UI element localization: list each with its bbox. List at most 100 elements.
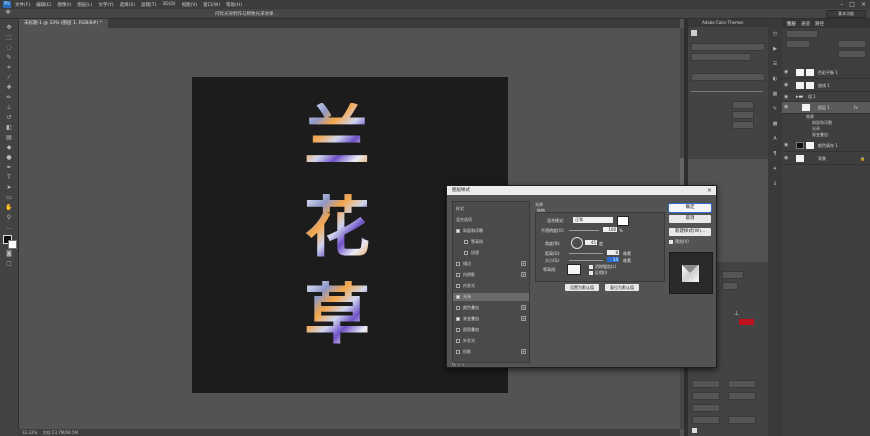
theme-field-2[interactable] (691, 53, 751, 61)
eyedropper-icon[interactable]: ⁄ (5, 75, 13, 81)
new-style-button[interactable]: 新建样式(W)... (669, 228, 711, 236)
move-tool-icon[interactable]: ✥ (4, 10, 12, 16)
style-checkbox[interactable] (456, 272, 460, 277)
visibility-eye-icon[interactable]: ◉ (784, 80, 788, 91)
history-icon[interactable]: ◷ (772, 31, 778, 37)
stamp-icon[interactable]: ⊥ (5, 105, 13, 111)
swatches-icon[interactable]: ▩ (772, 121, 778, 127)
menu-view[interactable]: 视图(V) (182, 2, 198, 8)
menu-window[interactable]: 窗口(W) (203, 2, 220, 8)
contour-picker[interactable] (567, 264, 581, 275)
theme-swatch-2[interactable] (732, 111, 754, 119)
angle-input[interactable]: 45 (585, 240, 597, 245)
prop-checkbox[interactable] (692, 428, 697, 433)
actions-icon[interactable]: ▶ (772, 46, 778, 52)
cancel-button[interactable]: 取消 (669, 215, 711, 223)
theme-swatch-3[interactable] (732, 121, 754, 129)
layer-row-selected[interactable]: ◉ 图层 1 fx (782, 102, 870, 114)
menu-help[interactable]: 帮助(H) (226, 2, 242, 8)
blend-mode-select[interactable] (786, 40, 810, 48)
style-checkbox[interactable] (456, 338, 460, 343)
style-checkbox[interactable] (456, 305, 460, 310)
style-checkbox[interactable] (456, 349, 460, 354)
prop-field-9[interactable] (728, 416, 756, 424)
tab-channels[interactable]: 通道 (801, 21, 810, 27)
add-style-icon[interactable]: + (521, 349, 526, 354)
antialias-checkbox[interactable] (589, 265, 593, 269)
opacity-slider[interactable] (569, 230, 599, 231)
prop-field-4[interactable] (728, 380, 756, 388)
layer-row[interactable]: ◉ 曲线 1 (782, 80, 870, 92)
layer-row[interactable]: ◉ 背景 🔒 (782, 153, 870, 165)
opacity-field[interactable] (838, 40, 866, 48)
shape-icon[interactable]: ▭ (5, 195, 13, 201)
style-checkbox[interactable] (456, 261, 460, 266)
add-style-icon[interactable]: + (521, 316, 526, 321)
prop-field-8[interactable] (692, 416, 720, 424)
prop-field-5[interactable] (692, 392, 720, 400)
pen-icon[interactable]: ✒ (5, 165, 13, 171)
brushes-icon[interactable]: ✎ (772, 106, 778, 112)
visibility-eye-icon[interactable]: ◉ (784, 67, 788, 78)
quick-select-icon[interactable]: ✎ (5, 55, 13, 61)
style-list-item[interactable]: 内阴影 + (453, 271, 529, 279)
size-slider[interactable] (569, 260, 603, 261)
screen-mode-icon[interactable]: ▢ (5, 261, 13, 267)
distance-input[interactable]: 8 (607, 250, 619, 255)
menu-file[interactable]: 文件(F) (15, 2, 30, 8)
minimize-icon[interactable]: – (840, 1, 843, 8)
menu-edit[interactable]: 编辑(E) (36, 2, 51, 8)
document-tab[interactable]: 未标题-1 @ 33% (图层 1, RGB/8#) * (18, 19, 108, 28)
character-icon[interactable]: A (772, 136, 778, 142)
add-style-icon[interactable]: + (521, 272, 526, 277)
dialog-title-bar[interactable]: 图层样式 × (447, 186, 716, 195)
layer-mask-thumbnail[interactable] (806, 82, 814, 89)
crop-icon[interactable]: ⌗ (5, 65, 13, 71)
move-icon[interactable]: ✥ (5, 25, 13, 31)
dodge-icon[interactable]: ● (5, 155, 13, 161)
style-checkbox[interactable] (456, 327, 460, 332)
style-list-item[interactable]: 斜面和浮雕 (453, 227, 529, 235)
hand-icon[interactable]: ✋ (5, 205, 13, 211)
eraser-icon[interactable]: ◧ (5, 125, 13, 131)
fx-icon[interactable]: fx (854, 102, 858, 113)
menu-select[interactable]: 选择(S) (120, 2, 135, 8)
layer-mask-thumbnail[interactable] (806, 142, 814, 149)
style-list-item[interactable]: 渐变叠加 + (453, 315, 529, 323)
layer-group-row[interactable]: ◉ ▸▬ 组 1 (782, 93, 870, 102)
prop-field-7[interactable] (692, 404, 720, 412)
theme-slider-track[interactable] (691, 91, 763, 92)
blend-mode-select[interactable]: 正常 (573, 217, 613, 223)
style-checkbox[interactable] (456, 316, 460, 321)
style-list-item[interactable]: 等高线 (453, 238, 529, 246)
close-window-icon[interactable]: × (861, 1, 866, 8)
layer-mask-thumbnail[interactable] (806, 69, 814, 76)
prop-field-3[interactable] (692, 380, 720, 388)
angle-dial[interactable] (571, 237, 583, 249)
prop-field-6[interactable] (728, 392, 756, 400)
theme-field-3[interactable] (691, 73, 765, 81)
info-icon[interactable]: ℹ (772, 181, 778, 187)
size-input[interactable]: 14 (607, 257, 619, 262)
add-style-icon[interactable]: + (521, 305, 526, 310)
healing-icon[interactable]: ✚ (5, 85, 13, 91)
properties-icon[interactable]: ☰ (772, 61, 778, 67)
theme-swatch-1[interactable] (732, 101, 754, 109)
brush-icon[interactable]: ✏ (5, 95, 13, 101)
prop-field-1[interactable] (722, 271, 744, 279)
visibility-eye-icon[interactable]: ◉ (784, 102, 788, 113)
glyphs-icon[interactable]: ✦ (772, 166, 778, 172)
marquee-icon[interactable]: ⬚ (5, 35, 13, 41)
quick-mask-icon[interactable]: ◙ (5, 251, 13, 257)
theme-field-1[interactable] (691, 43, 765, 51)
layer-row[interactable]: ◉ 颜色填充 1 (782, 140, 870, 152)
style-checkbox[interactable] (456, 283, 460, 288)
style-list-item[interactable]: 光泽 (453, 293, 529, 301)
zoom-level[interactable]: 33.33% (22, 430, 37, 435)
style-checkbox[interactable] (456, 228, 460, 233)
styles-icon[interactable]: ▦ (772, 91, 778, 97)
tab-paths[interactable]: 路径 (815, 21, 824, 27)
style-list-item[interactable]: 颜色叠加 + (453, 304, 529, 312)
satin-color-swatch[interactable] (617, 216, 629, 226)
themes-tab-icon[interactable] (691, 30, 697, 36)
